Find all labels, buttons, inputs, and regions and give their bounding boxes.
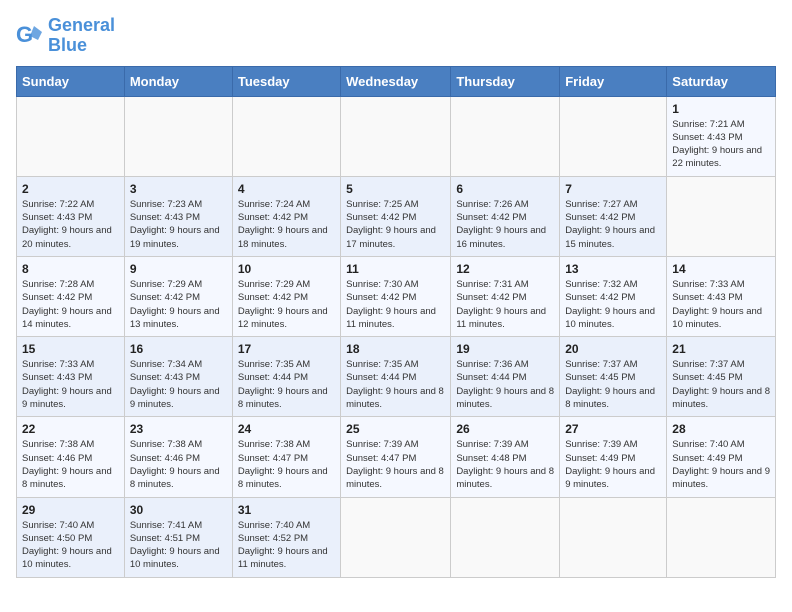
day-cell-19: 19Sunrise: 7:36 AMSunset: 4:44 PMDayligh… xyxy=(451,337,560,417)
empty-cell xyxy=(560,497,667,577)
col-header-wednesday: Wednesday xyxy=(341,66,451,96)
day-cell-25: 25Sunrise: 7:39 AMSunset: 4:47 PMDayligh… xyxy=(341,417,451,497)
day-cell-16: 16Sunrise: 7:34 AMSunset: 4:43 PMDayligh… xyxy=(124,337,232,417)
col-header-thursday: Thursday xyxy=(451,66,560,96)
day-cell-15: 15Sunrise: 7:33 AMSunset: 4:43 PMDayligh… xyxy=(17,337,125,417)
day-cell-28: 28Sunrise: 7:40 AMSunset: 4:49 PMDayligh… xyxy=(667,417,776,497)
day-cell-5: 5Sunrise: 7:25 AMSunset: 4:42 PMDaylight… xyxy=(341,176,451,256)
empty-cell xyxy=(341,96,451,176)
calendar-table: SundayMondayTuesdayWednesdayThursdayFrid… xyxy=(16,66,776,578)
day-cell-11: 11Sunrise: 7:30 AMSunset: 4:42 PMDayligh… xyxy=(341,256,451,336)
empty-cell xyxy=(124,96,232,176)
day-cell-7: 7Sunrise: 7:27 AMSunset: 4:42 PMDaylight… xyxy=(560,176,667,256)
logo-icon: G xyxy=(16,22,44,50)
day-cell-27: 27Sunrise: 7:39 AMSunset: 4:49 PMDayligh… xyxy=(560,417,667,497)
col-header-friday: Friday xyxy=(560,66,667,96)
day-cell-13: 13Sunrise: 7:32 AMSunset: 4:42 PMDayligh… xyxy=(560,256,667,336)
empty-cell xyxy=(667,176,776,256)
empty-cell xyxy=(560,96,667,176)
empty-cell xyxy=(451,497,560,577)
svg-text:G: G xyxy=(16,22,33,47)
day-cell-23: 23Sunrise: 7:38 AMSunset: 4:46 PMDayligh… xyxy=(124,417,232,497)
empty-cell xyxy=(341,497,451,577)
empty-cell xyxy=(451,96,560,176)
col-header-tuesday: Tuesday xyxy=(232,66,340,96)
day-cell-8: 8Sunrise: 7:28 AMSunset: 4:42 PMDaylight… xyxy=(17,256,125,336)
day-cell-14: 14Sunrise: 7:33 AMSunset: 4:43 PMDayligh… xyxy=(667,256,776,336)
day-cell-3: 3Sunrise: 7:23 AMSunset: 4:43 PMDaylight… xyxy=(124,176,232,256)
day-cell-26: 26Sunrise: 7:39 AMSunset: 4:48 PMDayligh… xyxy=(451,417,560,497)
empty-cell xyxy=(667,497,776,577)
day-cell-24: 24Sunrise: 7:38 AMSunset: 4:47 PMDayligh… xyxy=(232,417,340,497)
day-cell-21: 21Sunrise: 7:37 AMSunset: 4:45 PMDayligh… xyxy=(667,337,776,417)
day-cell-12: 12Sunrise: 7:31 AMSunset: 4:42 PMDayligh… xyxy=(451,256,560,336)
col-header-monday: Monday xyxy=(124,66,232,96)
day-cell-20: 20Sunrise: 7:37 AMSunset: 4:45 PMDayligh… xyxy=(560,337,667,417)
empty-cell xyxy=(232,96,340,176)
day-cell-22: 22Sunrise: 7:38 AMSunset: 4:46 PMDayligh… xyxy=(17,417,125,497)
day-cell-18: 18Sunrise: 7:35 AMSunset: 4:44 PMDayligh… xyxy=(341,337,451,417)
col-header-sunday: Sunday xyxy=(17,66,125,96)
page-header: G General Blue xyxy=(16,16,776,56)
day-cell-29: 29Sunrise: 7:40 AMSunset: 4:50 PMDayligh… xyxy=(17,497,125,577)
empty-cell xyxy=(17,96,125,176)
logo: G General Blue xyxy=(16,16,115,56)
day-cell-9: 9Sunrise: 7:29 AMSunset: 4:42 PMDaylight… xyxy=(124,256,232,336)
day-cell-6: 6Sunrise: 7:26 AMSunset: 4:42 PMDaylight… xyxy=(451,176,560,256)
day-cell-30: 30Sunrise: 7:41 AMSunset: 4:51 PMDayligh… xyxy=(124,497,232,577)
day-cell-31: 31Sunrise: 7:40 AMSunset: 4:52 PMDayligh… xyxy=(232,497,340,577)
col-header-saturday: Saturday xyxy=(667,66,776,96)
logo-text: General Blue xyxy=(48,16,115,56)
day-cell-2: 2Sunrise: 7:22 AMSunset: 4:43 PMDaylight… xyxy=(17,176,125,256)
day-cell-10: 10Sunrise: 7:29 AMSunset: 4:42 PMDayligh… xyxy=(232,256,340,336)
day-cell-17: 17Sunrise: 7:35 AMSunset: 4:44 PMDayligh… xyxy=(232,337,340,417)
day-cell-4: 4Sunrise: 7:24 AMSunset: 4:42 PMDaylight… xyxy=(232,176,340,256)
day-cell-1: 1Sunrise: 7:21 AMSunset: 4:43 PMDaylight… xyxy=(667,96,776,176)
